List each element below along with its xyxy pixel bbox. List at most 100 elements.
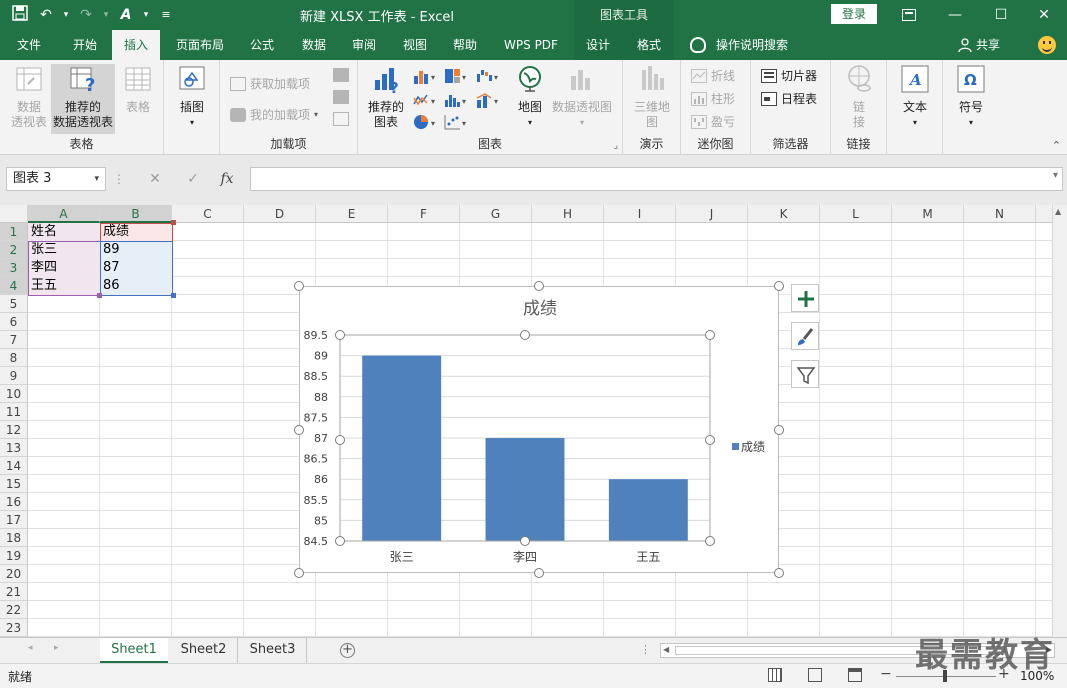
tab-page-layout[interactable]: 页面布局 bbox=[170, 30, 230, 60]
collapse-ribbon-icon[interactable]: ⌃ bbox=[1052, 139, 1061, 152]
row-header-7[interactable]: 7 bbox=[0, 331, 28, 349]
column-header-L[interactable]: L bbox=[820, 205, 892, 223]
select-all-corner[interactable] bbox=[0, 205, 28, 223]
scroll-sheets-right-icon[interactable]: ▸ bbox=[54, 643, 59, 653]
row-header-19[interactable]: 19 bbox=[0, 547, 28, 565]
tab-file[interactable]: 文件 bbox=[6, 30, 52, 60]
column-header-E[interactable]: E bbox=[316, 205, 388, 223]
row-header-22[interactable]: 22 bbox=[0, 601, 28, 619]
chart-resize-handle[interactable] bbox=[294, 281, 304, 291]
tab-chart-format[interactable]: 格式 bbox=[628, 30, 670, 60]
chart-elements-button[interactable] bbox=[791, 284, 819, 312]
sparkline-column-button[interactable]: 柱形 bbox=[691, 89, 735, 109]
pivot-chart-button[interactable]: 数据透视图 ▾ bbox=[550, 64, 614, 130]
row-header-4[interactable]: 4 bbox=[0, 277, 28, 295]
row-header-9[interactable]: 9 bbox=[0, 367, 28, 385]
symbols-button[interactable]: Ω 符号 ▾ bbox=[953, 64, 989, 130]
recommended-charts-button[interactable]: ? 推荐的 图表 bbox=[366, 64, 406, 130]
visio-icon[interactable] bbox=[333, 112, 349, 126]
page-layout-view-icon[interactable] bbox=[808, 668, 822, 682]
share-button[interactable]: 共享 bbox=[976, 30, 1000, 60]
name-box-dropdown-icon[interactable]: ▾ bbox=[94, 168, 99, 190]
slicer-button[interactable]: 切片器 bbox=[761, 66, 817, 86]
sparkline-winloss-button[interactable]: 盈亏 bbox=[691, 112, 735, 132]
column-header-D[interactable]: D bbox=[244, 205, 316, 223]
tab-help[interactable]: 帮助 bbox=[443, 30, 487, 60]
hierarchy-chart-icon[interactable]: ▾ bbox=[444, 68, 470, 87]
row-header-5[interactable]: 5 bbox=[0, 295, 28, 313]
row-header-12[interactable]: 12 bbox=[0, 421, 28, 439]
scroll-up-icon[interactable]: ▲ bbox=[1055, 207, 1061, 216]
cell-A1[interactable]: 姓名 bbox=[28, 223, 100, 241]
column-header-F[interactable]: F bbox=[388, 205, 460, 223]
row-header-8[interactable]: 8 bbox=[0, 349, 28, 367]
chart-resize-handle[interactable] bbox=[534, 568, 544, 578]
tab-view[interactable]: 视图 bbox=[393, 30, 437, 60]
minimize-button[interactable]: — bbox=[932, 0, 978, 30]
close-button[interactable]: ✕ bbox=[1021, 0, 1067, 30]
qat-more-dropdown-icon[interactable]: ▾ bbox=[142, 5, 150, 25]
column-chart-icon[interactable]: ▾ bbox=[413, 68, 439, 87]
normal-view-icon[interactable] bbox=[768, 668, 782, 682]
column-header-H[interactable]: H bbox=[532, 205, 604, 223]
tab-wps-pdf[interactable]: WPS PDF bbox=[496, 30, 566, 60]
pie-chart-icon[interactable]: ▾ bbox=[413, 114, 439, 133]
chart-area[interactable]: 成绩 84.5 85 85.5 86 86.5 87 87.5 88 88.5 89 89.5 张三 李四… bbox=[299, 286, 779, 573]
row-header-18[interactable]: 18 bbox=[0, 529, 28, 547]
row-header-1[interactable]: 1 bbox=[0, 223, 28, 241]
column-header-I[interactable]: I bbox=[604, 205, 676, 223]
line-chart-icon[interactable]: ▾ bbox=[413, 92, 439, 111]
chart-resize-handle[interactable] bbox=[294, 424, 304, 435]
sheet-tab-sheet3[interactable]: Sheet3 bbox=[239, 638, 307, 663]
column-header-B[interactable]: B bbox=[100, 205, 172, 223]
page-break-view-icon[interactable] bbox=[848, 668, 862, 682]
chart-resize-handle[interactable] bbox=[774, 568, 784, 578]
row-header-13[interactable]: 13 bbox=[0, 439, 28, 457]
chart-resize-handle[interactable] bbox=[774, 424, 784, 435]
column-header-A[interactable]: A bbox=[28, 205, 100, 223]
cancel-entry-icon[interactable]: ✕ bbox=[142, 167, 168, 191]
scroll-left-icon[interactable]: ◀ bbox=[663, 645, 669, 654]
sparkline-line-button[interactable]: 折线 bbox=[691, 66, 735, 86]
my-addins-button[interactable]: 我的加载项 ▾ bbox=[230, 105, 318, 125]
save-icon[interactable] bbox=[10, 5, 30, 25]
scroll-sheets-left-icon[interactable]: ◂ bbox=[28, 643, 33, 653]
column-header-K[interactable]: K bbox=[748, 205, 820, 223]
column-header-J[interactable]: J bbox=[676, 205, 748, 223]
row-header-17[interactable]: 17 bbox=[0, 511, 28, 529]
chart-resize-handle[interactable] bbox=[534, 281, 544, 291]
chart-filters-button[interactable] bbox=[791, 360, 819, 388]
format-painter-icon[interactable]: A bbox=[116, 5, 136, 25]
insert-function-button[interactable]: fx bbox=[214, 167, 240, 191]
tab-chart-design[interactable]: 设计 bbox=[578, 30, 618, 60]
login-button[interactable]: 登录 bbox=[831, 4, 877, 24]
sheet-tab-sheet2[interactable]: Sheet2 bbox=[170, 638, 238, 663]
tab-review[interactable]: 审阅 bbox=[342, 30, 386, 60]
undo-icon[interactable]: ↶ bbox=[36, 5, 56, 25]
expand-formula-bar-icon[interactable]: ▾ bbox=[1053, 170, 1058, 181]
redo-icon[interactable]: ↷ bbox=[76, 5, 96, 25]
chart-resize-handle[interactable] bbox=[294, 568, 304, 578]
row-header-3[interactable]: 3 bbox=[0, 259, 28, 277]
vertical-scrollbar[interactable]: ▲ bbox=[1052, 205, 1067, 637]
tell-me-search[interactable]: 操作说明搜索 bbox=[716, 30, 788, 60]
bar-chart[interactable]: 成绩 84.5 85 85.5 86 86.5 87 87.5 88 88.5 89 89.5 张三 李四… bbox=[300, 287, 780, 574]
get-addins-button[interactable]: 获取加载项 bbox=[230, 74, 310, 94]
recommended-pivot-table-button[interactable]: ? 推荐的 数据透视表 bbox=[51, 64, 115, 134]
row-header-20[interactable]: 20 bbox=[0, 565, 28, 583]
timeline-button[interactable]: 日程表 bbox=[761, 89, 817, 109]
row-header-6[interactable]: 6 bbox=[0, 313, 28, 331]
bing-maps-icon[interactable] bbox=[333, 68, 349, 82]
tab-formulas[interactable]: 公式 bbox=[240, 30, 284, 60]
undo-dropdown-icon[interactable]: ▾ bbox=[62, 5, 70, 25]
text-button[interactable]: A 文本 ▾ bbox=[897, 64, 933, 130]
row-header-15[interactable]: 15 bbox=[0, 475, 28, 493]
row-header-23[interactable]: 23 bbox=[0, 619, 28, 637]
charts-dialog-launcher-icon[interactable]: ⌟ bbox=[614, 141, 618, 151]
combo-chart-icon[interactable]: ▾ bbox=[476, 92, 502, 111]
3d-map-button[interactable]: 三维地 图 bbox=[631, 64, 673, 130]
split-handle-icon[interactable]: ⋮ bbox=[640, 643, 651, 656]
chart-styles-button[interactable] bbox=[791, 322, 819, 350]
maps-button[interactable]: 地图 ▾ bbox=[510, 64, 550, 130]
link-button[interactable]: 链 接 bbox=[841, 64, 877, 130]
